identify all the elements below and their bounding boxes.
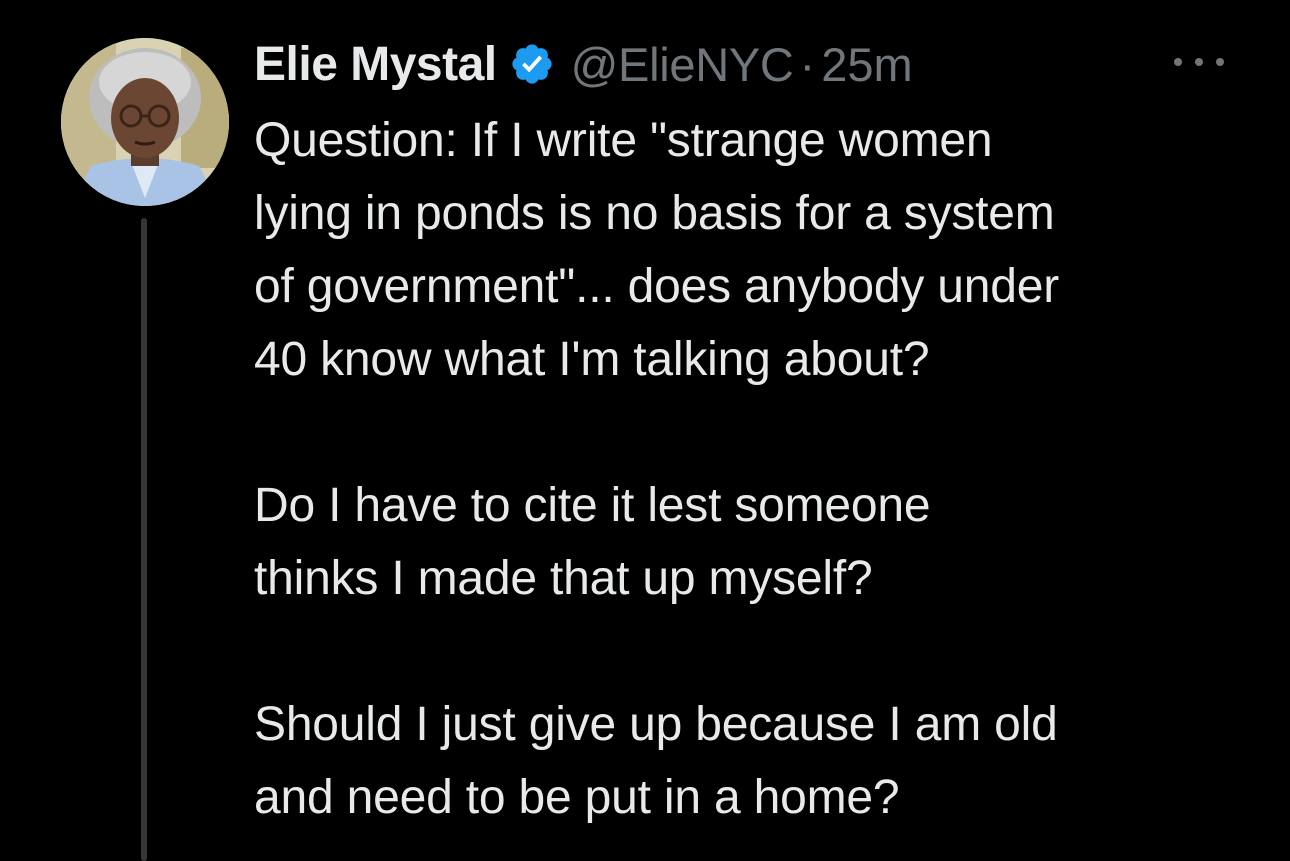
more-dot [1174,58,1182,66]
display-name[interactable]: Elie Mystal [254,37,497,92]
tweet[interactable]: Elie Mystal @ElieNYC · 25m Question: If … [0,0,1290,861]
more-dot [1195,58,1203,66]
separator-dot: · [799,37,816,91]
tweet-paragraph: Question: If I write "strange women lyin… [254,114,1060,386]
author-handle[interactable]: @ElieNYC [571,37,794,92]
tweet-header: Elie Mystal @ElieNYC · 25m [254,32,913,96]
verified-badge-icon [509,41,555,87]
avatar-photo [61,38,229,206]
thread-line [141,218,147,861]
timestamp[interactable]: 25m [821,37,912,92]
avatar[interactable] [61,38,229,206]
tweet-paragraph: Should I just give up because I am old a… [254,698,1058,824]
tweet-text: Question: If I write "strange women lyin… [254,104,1254,834]
tweet-paragraph: Do I have to cite it lest someone thinks… [254,479,931,605]
more-dots-icon[interactable] [1174,50,1224,74]
more-dot [1216,58,1224,66]
